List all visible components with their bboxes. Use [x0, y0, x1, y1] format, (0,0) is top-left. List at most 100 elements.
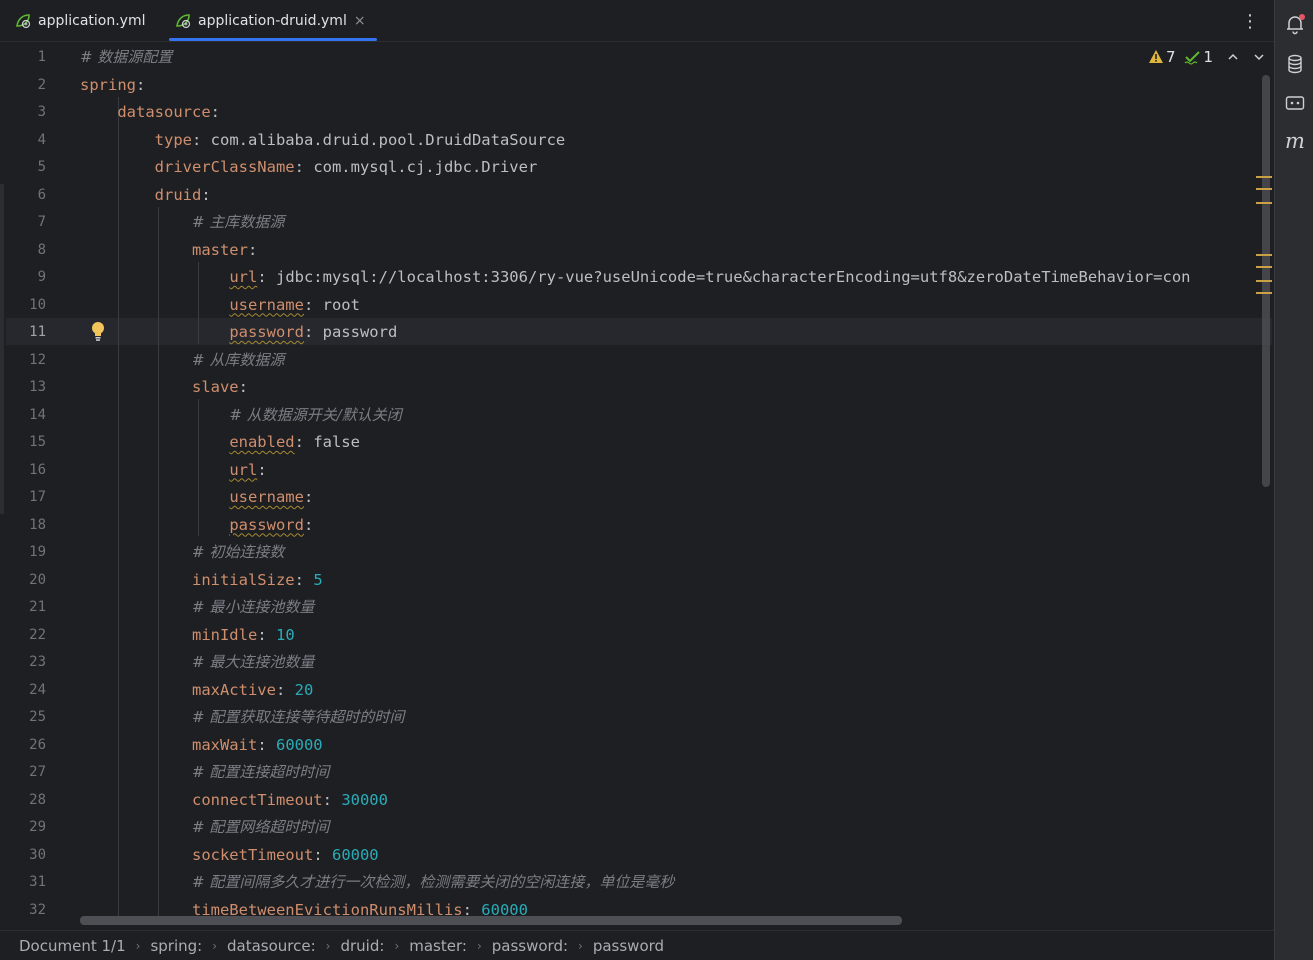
code-area[interactable]: # 数据源配置 spring: datasource: type: com.ali… — [80, 42, 1272, 916]
breadcrumb-item[interactable]: password: — [492, 937, 568, 955]
code-token: : — [294, 158, 314, 176]
code-line[interactable]: maxActive: 20 — [80, 677, 313, 705]
code-line[interactable]: url: jdbc:mysql://localhost:3306/ry-vue?… — [80, 264, 1190, 292]
yaml-number: 60000 — [275, 735, 323, 754]
code-line[interactable]: password: — [80, 512, 313, 540]
error-stripe-mark[interactable] — [1256, 202, 1272, 204]
code-line[interactable]: url: — [80, 457, 267, 485]
code-line[interactable]: # 配置获取连接等待超时的时间 — [80, 704, 404, 732]
warning-icon — [1149, 50, 1163, 63]
tab-application-druid-yml[interactable]: application-druid.yml × — [174, 0, 366, 42]
breadcrumb-item[interactable]: druid: — [340, 937, 384, 955]
code-line[interactable]: password: password — [80, 319, 397, 347]
error-stripe-mark[interactable] — [1256, 292, 1272, 294]
more-options-icon[interactable]: ⋮ — [1241, 12, 1259, 32]
close-icon[interactable]: × — [354, 13, 366, 29]
breadcrumb-separator: › — [394, 938, 400, 953]
code-line[interactable]: master: — [80, 237, 257, 265]
breadcrumb-item[interactable]: password — [593, 937, 664, 955]
database-icon[interactable] — [1284, 53, 1306, 75]
breadcrumb-item[interactable]: master: — [409, 937, 467, 955]
line-number: 28 — [29, 791, 46, 808]
code-line[interactable]: # 数据源配置 — [80, 44, 172, 72]
breadcrumb-separator: › — [476, 938, 482, 953]
horizontal-scrollbar[interactable] — [80, 916, 902, 925]
yaml-key: type — [154, 130, 192, 149]
error-stripe-mark[interactable] — [1256, 188, 1272, 190]
code-token: : — [462, 900, 482, 917]
yaml-comment: # 配置获取连接等待超时的时间 — [191, 708, 405, 726]
code-line[interactable]: enabled: false — [80, 429, 360, 457]
code-line[interactable]: # 配置连接超时时间 — [80, 759, 329, 787]
error-stripe-mark[interactable] — [1256, 266, 1272, 268]
breadcrumb-separator: › — [135, 938, 141, 953]
maven-icon[interactable]: m — [1284, 130, 1306, 152]
code-token: : — [313, 845, 332, 864]
notifications-icon[interactable] — [1284, 13, 1306, 35]
code-line[interactable]: # 从库数据源 — [80, 347, 284, 375]
breadcrumb-item[interactable]: datasource: — [227, 937, 316, 955]
line-number: 25 — [29, 709, 46, 725]
code-line[interactable]: initialSize: 5 — [80, 567, 323, 595]
yaml-comment: # 配置连接超时时间 — [191, 763, 330, 781]
tab-bar: application.yml application-druid.yml × … — [0, 0, 1274, 42]
code-line[interactable]: # 配置间隔多久才进行一次检测，检测需要关闭的空闲连接，单位是毫秒 — [80, 869, 674, 897]
error-stripe-mark[interactable] — [1256, 280, 1272, 282]
code-line[interactable]: slave: — [80, 374, 248, 402]
line-number-gutter: 1 2 3 4 5 6 7 8 9 10 11 12 13 14 15 16 17 18 19 20 21 22 23 24 2… — [0, 42, 80, 930]
line-number: 3 — [37, 104, 46, 120]
error-stripe-mark[interactable] — [1256, 254, 1272, 256]
code-line[interactable]: # 最大连接池数量 — [80, 649, 314, 677]
code-line[interactable]: socketTimeout: 60000 — [80, 842, 379, 870]
code-line[interactable]: # 最小连接池数量 — [80, 594, 314, 622]
yaml-comment: # 主库数据源 — [191, 213, 285, 231]
code-line[interactable]: username: — [80, 484, 313, 512]
code-line[interactable]: timeBetweenEvictionRunsMillis: 60000 — [80, 897, 528, 917]
yaml-key: url — [229, 268, 258, 286]
yaml-key: connectTimeout — [191, 790, 323, 809]
code-line[interactable]: driverClassName: com.mysql.cj.jdbc.Drive… — [80, 154, 538, 182]
code-line[interactable]: type: com.alibaba.druid.pool.DruidDataSo… — [80, 127, 566, 155]
code-line[interactable]: minIdle: 10 — [80, 622, 295, 650]
code-line[interactable]: druid: — [80, 182, 211, 210]
yaml-comment: # 最大连接池数量 — [191, 653, 315, 671]
code-line[interactable]: # 配置网络超时时间 — [80, 814, 329, 842]
tab-application-yml[interactable]: application.yml — [14, 0, 146, 42]
yaml-key: slave — [191, 378, 239, 396]
breadcrumb-item[interactable]: Document 1/1 — [19, 937, 126, 955]
line-number: 20 — [29, 571, 46, 588]
code-line[interactable]: spring: — [80, 72, 145, 100]
inspection-widget[interactable]: 7 1 — [1148, 48, 1265, 66]
code-line[interactable]: connectTimeout: 30000 — [80, 787, 388, 815]
ai-assistant-icon[interactable] — [1284, 92, 1306, 114]
code-line[interactable]: # 从数据源开关/默认关闭 — [80, 402, 401, 430]
breadcrumb-item[interactable]: spring: — [150, 937, 202, 955]
code-line[interactable]: # 主库数据源 — [80, 209, 284, 237]
yaml-key: maxWait — [191, 735, 258, 754]
yaml-key: timeBetweenEvictionRunsMillis — [191, 900, 463, 917]
code-token: : — [257, 625, 276, 644]
yaml-number: 30000 — [341, 790, 388, 809]
code-token: : — [257, 460, 267, 479]
code-line[interactable]: # 初始连接数 — [80, 539, 284, 567]
line-number: 21 — [29, 599, 46, 615]
error-stripe-mark[interactable] — [1256, 176, 1272, 178]
line-number: 8 — [37, 241, 46, 258]
code-token: : — [257, 268, 276, 286]
line-number: 14 — [29, 406, 46, 423]
code-line[interactable]: username: root — [80, 292, 360, 320]
line-number: 26 — [29, 736, 46, 753]
code-token: : — [322, 790, 342, 809]
code-token: : — [191, 130, 211, 149]
code-line[interactable]: maxWait: 60000 — [80, 732, 323, 760]
code-token: false — [313, 433, 360, 451]
yaml-file-icon — [16, 14, 31, 29]
code-line[interactable]: datasource: — [80, 99, 220, 127]
chevron-up-icon[interactable] — [1227, 52, 1239, 62]
chevron-down-icon[interactable] — [1253, 52, 1265, 62]
